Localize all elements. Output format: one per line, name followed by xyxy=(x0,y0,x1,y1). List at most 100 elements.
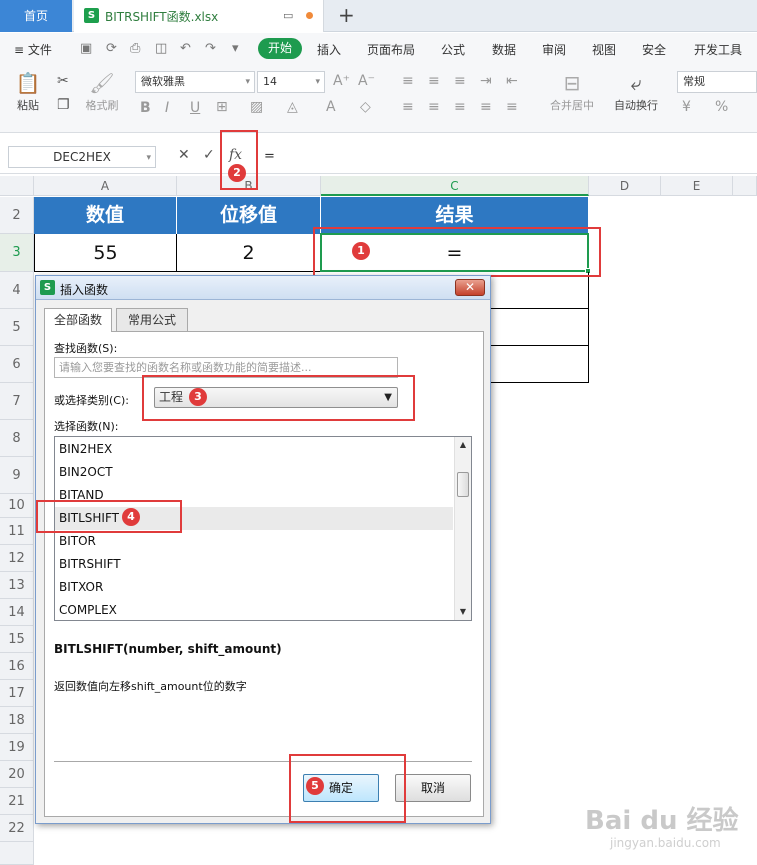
format-brush-icon[interactable]: ⟳ xyxy=(106,41,117,56)
print-icon[interactable]: ⎙ xyxy=(130,41,140,56)
distribute-icon[interactable]: ≡ xyxy=(506,99,518,115)
menu-view[interactable]: 视图 xyxy=(592,41,616,58)
redo-icon[interactable]: ↷ xyxy=(205,41,216,56)
cut-icon[interactable]: ✂ xyxy=(57,73,69,89)
number-format-select[interactable]: 常规 xyxy=(677,71,757,93)
cancel-formula-icon[interactable]: ✕ xyxy=(178,147,190,163)
cell-a3[interactable]: 55 xyxy=(34,234,177,272)
tab-document[interactable]: S BITRSHIFT函数.xlsx ▭ xyxy=(74,0,324,32)
menu-developer[interactable]: 开发工具 xyxy=(694,41,742,58)
dialog-title-bar[interactable]: S 插入函数 ✕ xyxy=(36,276,490,300)
row-header-21[interactable]: 21 xyxy=(0,788,34,815)
preview-icon[interactable]: ◫ xyxy=(155,41,167,56)
menu-review[interactable]: 审阅 xyxy=(542,41,566,58)
fill-color-icon[interactable]: ◬ xyxy=(287,99,298,115)
border-icon[interactable]: ⊞ xyxy=(216,99,228,115)
tab-common-formulas[interactable]: 常用公式 xyxy=(116,308,188,331)
new-tab-button[interactable]: + xyxy=(338,3,355,27)
scroll-down-icon[interactable]: ▼ xyxy=(455,604,471,620)
list-item[interactable]: BITXOR xyxy=(55,576,453,599)
row-header-5[interactable]: 5 xyxy=(0,309,34,346)
row-header-17[interactable]: 17 xyxy=(0,680,34,707)
row-header-7[interactable]: 7 xyxy=(0,383,34,420)
confirm-formula-icon[interactable]: ✓ xyxy=(203,147,215,163)
bold-icon[interactable]: B xyxy=(140,100,151,116)
indent-icon[interactable]: ⇥ xyxy=(480,73,492,89)
cell-c6[interactable] xyxy=(490,346,589,383)
row-header-10[interactable]: 10 xyxy=(0,494,34,518)
tab-home[interactable]: 首页 xyxy=(0,0,72,32)
align-middle-icon[interactable]: ≡ xyxy=(428,73,440,89)
increase-font-icon[interactable]: A⁺ xyxy=(333,73,350,89)
tab-all-functions[interactable]: 全部函数 xyxy=(44,308,112,332)
align-center-icon[interactable]: ≡ xyxy=(428,99,440,115)
paste-button[interactable]: 📋 粘贴 xyxy=(10,71,46,113)
list-item[interactable]: BITRSHIFT xyxy=(55,553,453,576)
row-header-14[interactable]: 14 xyxy=(0,599,34,626)
customize-icon[interactable]: ▾ xyxy=(232,41,239,56)
name-box[interactable]: DEC2HEX ▾ xyxy=(8,146,156,168)
list-scrollbar[interactable]: ▲ ▼ xyxy=(454,437,471,620)
undo-icon[interactable]: ↶ xyxy=(180,41,191,56)
italic-icon[interactable]: I xyxy=(165,100,169,116)
menu-start[interactable]: 开始 xyxy=(258,38,302,59)
row-header-12[interactable]: 12 xyxy=(0,545,34,572)
scroll-thumb[interactable] xyxy=(457,472,469,497)
scroll-up-icon[interactable]: ▲ xyxy=(455,437,471,453)
align-top-icon[interactable]: ≡ xyxy=(402,73,414,89)
formula-input[interactable]: = xyxy=(264,149,275,164)
cancel-button[interactable]: 取消 xyxy=(395,774,471,802)
eraser-icon[interactable]: ◇ xyxy=(360,99,371,115)
column-header-c[interactable]: C xyxy=(321,176,589,196)
header-cell-value[interactable]: 数值 xyxy=(34,197,177,234)
justify-icon[interactable]: ≡ xyxy=(480,99,492,115)
menu-security[interactable]: 安全 xyxy=(642,41,666,58)
font-size-select[interactable]: 14 ▾ xyxy=(257,71,325,93)
list-item[interactable]: BIN2OCT xyxy=(55,461,453,484)
merge-center-button[interactable]: ⊟ 合并居中 xyxy=(540,71,604,113)
list-item[interactable]: BITOR xyxy=(55,530,453,553)
row-header-19[interactable]: 19 xyxy=(0,734,34,761)
row-header-13[interactable]: 13 xyxy=(0,572,34,599)
column-header-d[interactable]: D xyxy=(589,176,661,196)
row-header-18[interactable]: 18 xyxy=(0,707,34,734)
column-header-a[interactable]: A xyxy=(34,176,177,196)
row-header-20[interactable]: 20 xyxy=(0,761,34,788)
copy-icon[interactable]: ❐ xyxy=(57,97,70,113)
percent-icon[interactable]: % xyxy=(715,99,728,115)
list-item[interactable]: COMPLEX xyxy=(55,599,453,620)
currency-icon[interactable]: ¥ xyxy=(682,99,691,115)
align-left-icon[interactable]: ≡ xyxy=(402,99,414,115)
outdent-icon[interactable]: ⇤ xyxy=(506,73,518,89)
column-header-e[interactable]: E xyxy=(661,176,733,196)
header-cell-shift[interactable]: 位移值 xyxy=(177,197,321,234)
close-button[interactable]: ✕ xyxy=(455,279,485,296)
wrap-text-button[interactable]: ⤶ 自动换行 xyxy=(608,71,664,113)
row-header-2[interactable]: 2 xyxy=(0,197,34,234)
cell-c4[interactable] xyxy=(490,272,589,309)
cell-b3[interactable]: 2 xyxy=(177,234,321,272)
monitor-icon[interactable]: ▭ xyxy=(283,9,293,22)
select-all-corner[interactable] xyxy=(0,176,34,196)
row-header-6[interactable]: 6 xyxy=(0,346,34,383)
menu-page-layout[interactable]: 页面布局 xyxy=(367,41,415,58)
menu-data[interactable]: 数据 xyxy=(492,41,516,58)
list-item[interactable]: BIN2HEX xyxy=(55,438,453,461)
row-header-11[interactable]: 11 xyxy=(0,518,34,545)
align-right-icon[interactable]: ≡ xyxy=(454,99,466,115)
row-header-9[interactable]: 9 xyxy=(0,457,34,494)
font-name-select[interactable]: 微软雅黑 ▾ xyxy=(135,71,255,93)
row-header-22[interactable]: 22 xyxy=(0,815,34,842)
fill-pattern-icon[interactable]: ▨ xyxy=(250,99,263,115)
row-header-15[interactable]: 15 xyxy=(0,626,34,653)
underline-icon[interactable]: U xyxy=(190,100,200,116)
menu-insert[interactable]: 插入 xyxy=(317,41,341,58)
font-color-icon[interactable]: A xyxy=(326,99,336,115)
menu-formulas[interactable]: 公式 xyxy=(441,41,465,58)
save-icon[interactable]: ▣ xyxy=(80,41,92,56)
row-header-3[interactable]: 3 xyxy=(0,234,34,272)
decrease-font-icon[interactable]: A⁻ xyxy=(358,73,375,89)
format-painter-button[interactable]: 🖌 格式刷 xyxy=(82,71,122,113)
align-bottom-icon[interactable]: ≡ xyxy=(454,73,466,89)
row-header-8[interactable]: 8 xyxy=(0,420,34,457)
